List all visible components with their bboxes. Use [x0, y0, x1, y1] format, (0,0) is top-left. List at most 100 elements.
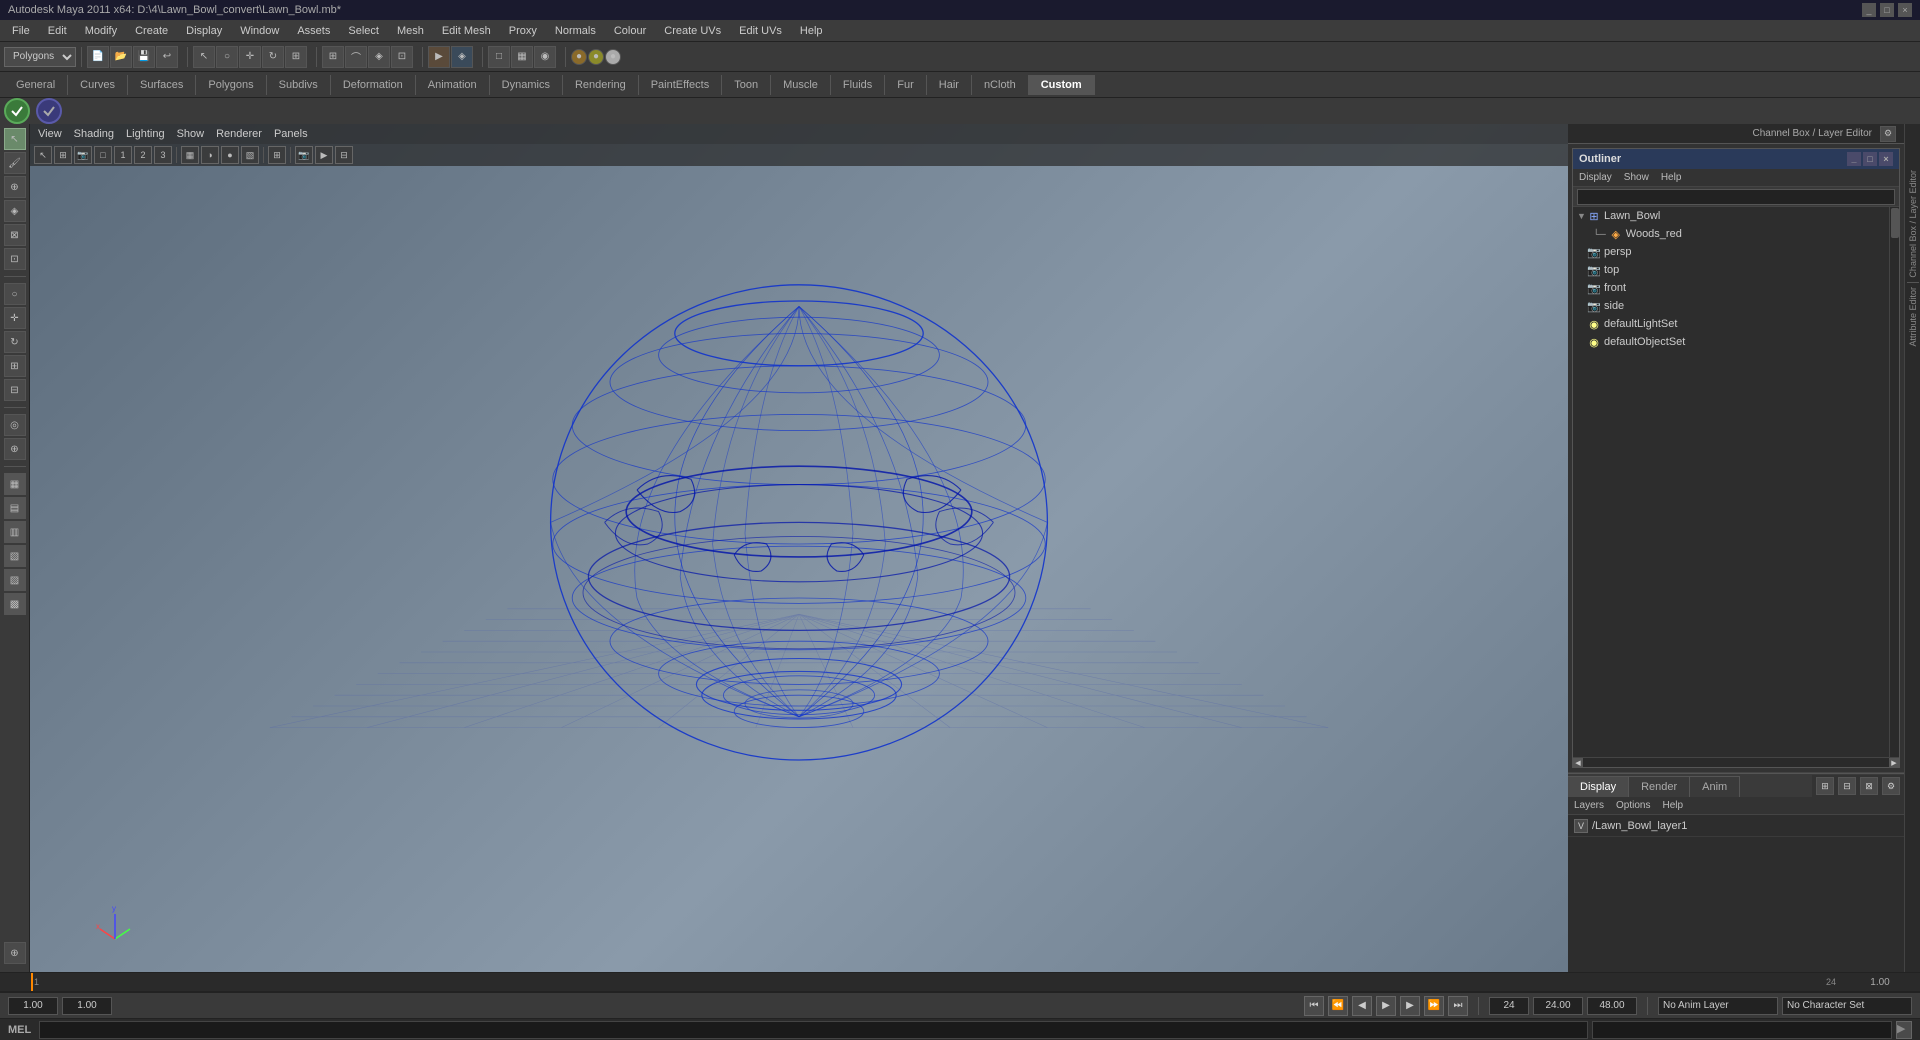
menu-select[interactable]: Select: [340, 23, 387, 39]
layer-vis-toggle[interactable]: V: [1574, 819, 1588, 833]
status-expand-btn[interactable]: ▶: [1896, 1021, 1912, 1039]
transform-tool-btn[interactable]: ⊟: [4, 379, 26, 401]
ipr-btn[interactable]: ◈: [451, 46, 473, 68]
tab-general[interactable]: General: [4, 75, 68, 95]
render-layer-btn[interactable]: ▤: [4, 497, 26, 519]
anim-layer-btn[interactable]: ▥: [4, 521, 26, 543]
tab-painteffects[interactable]: PaintEffects: [639, 75, 723, 95]
tab-muscle[interactable]: Muscle: [771, 75, 831, 95]
outliner-menu-show[interactable]: Show: [1624, 172, 1649, 183]
vp-camera-btn[interactable]: 📷: [74, 146, 92, 164]
open-btn[interactable]: 📂: [110, 46, 132, 68]
menu-create[interactable]: Create: [127, 23, 176, 39]
close-button[interactable]: ×: [1898, 3, 1912, 17]
vp-menu-panels[interactable]: Panels: [274, 128, 308, 140]
tab-ncloth[interactable]: nCloth: [972, 75, 1029, 95]
anim-layer-field[interactable]: [1658, 997, 1778, 1015]
go-to-end-btn[interactable]: ⏭: [1448, 996, 1468, 1016]
menu-colour[interactable]: Colour: [606, 23, 654, 39]
tab-surfaces[interactable]: Surfaces: [128, 75, 196, 95]
outliner-item-lawn-bowl[interactable]: ▼ ⊞ Lawn_Bowl: [1573, 207, 1889, 225]
hscroll-right-btn[interactable]: ▶: [1889, 758, 1899, 768]
current-frame-field[interactable]: [62, 997, 112, 1015]
outliner-vscroll-thumb[interactable]: [1891, 208, 1899, 238]
vp-screenshot-btn[interactable]: 📷: [295, 146, 313, 164]
outliner-item-top[interactable]: ▶ 📷 top: [1573, 261, 1889, 279]
vp-shade2-btn[interactable]: ●: [221, 146, 239, 164]
tab-render[interactable]: Render: [1629, 776, 1690, 797]
paint-btn[interactable]: 🖌: [4, 152, 26, 174]
tab-hair[interactable]: Hair: [927, 75, 972, 95]
vp-shade-btn[interactable]: ◑: [201, 146, 219, 164]
outliner-item-woods-red[interactable]: └─ ◈ Woods_red: [1573, 225, 1889, 243]
select-btn[interactable]: ↖: [193, 46, 215, 68]
menu-modify[interactable]: Modify: [77, 23, 125, 39]
outliner-menu-display[interactable]: Display: [1579, 172, 1612, 183]
texture-btn[interactable]: ▦: [511, 46, 533, 68]
vp-move-btn[interactable]: ⊞: [54, 146, 72, 164]
tool5-btn[interactable]: ⊠: [4, 224, 26, 246]
menu-help[interactable]: Help: [792, 23, 831, 39]
vp-menu-shading[interactable]: Shading: [74, 128, 114, 140]
display-layer-btn[interactable]: ▦: [4, 473, 26, 495]
layer4-btn[interactable]: ▩: [4, 593, 26, 615]
outliner-close-btn[interactable]: ×: [1879, 152, 1893, 166]
timeline-ruler[interactable]: 1 24: [30, 973, 1840, 991]
tool4-btn[interactable]: ◈: [4, 200, 26, 222]
menu-mesh[interactable]: Mesh: [389, 23, 432, 39]
hscroll-bar[interactable]: [1584, 759, 1888, 767]
outliner-min-btn[interactable]: _: [1847, 152, 1861, 166]
menu-edit-uvs[interactable]: Edit UVs: [731, 23, 790, 39]
tab-toon[interactable]: Toon: [722, 75, 771, 95]
lower-menu-layers[interactable]: Layers: [1574, 800, 1604, 811]
lasso-tool-btn[interactable]: ○: [4, 283, 26, 305]
vp-iso-btn[interactable]: □: [94, 146, 112, 164]
icon-check-green[interactable]: [4, 98, 30, 124]
menu-window[interactable]: Window: [232, 23, 287, 39]
step-back-btn[interactable]: ⏪: [1328, 996, 1348, 1016]
menu-proxy[interactable]: Proxy: [501, 23, 545, 39]
move-btn[interactable]: ✛: [239, 46, 261, 68]
tab-subdivs[interactable]: Subdivs: [267, 75, 331, 95]
lower-menu-options[interactable]: Options: [1616, 800, 1650, 811]
layer-options-btn[interactable]: ⊟: [1838, 777, 1856, 795]
menu-display[interactable]: Display: [178, 23, 230, 39]
total-frames-field[interactable]: [1587, 997, 1637, 1015]
outliner-search-input[interactable]: [1577, 189, 1895, 205]
outliner-item-defaultlightset[interactable]: ▶ ◉ defaultLightSet: [1573, 315, 1889, 333]
vp-menu-show[interactable]: Show: [177, 128, 205, 140]
char-set-field[interactable]: [1782, 997, 1912, 1015]
render-btn[interactable]: ▶: [428, 46, 450, 68]
channel-box-strip-label[interactable]: Channel Box / Layer Editor: [1906, 168, 1920, 280]
outliner-item-persp[interactable]: ▶ 📷 persp: [1573, 243, 1889, 261]
show-manip-btn[interactable]: ⊕: [4, 438, 26, 460]
tab-animation[interactable]: Animation: [416, 75, 490, 95]
rotate-tool-btn[interactable]: ↻: [4, 331, 26, 353]
snap-view-btn[interactable]: ⊡: [391, 46, 413, 68]
tab-anim[interactable]: Anim: [1690, 776, 1740, 797]
start-frame-field[interactable]: [8, 997, 58, 1015]
tab-deformation[interactable]: Deformation: [331, 75, 416, 95]
anim2-layer-btn[interactable]: ▧: [4, 545, 26, 567]
hscroll-left-btn[interactable]: ◀: [1573, 758, 1583, 768]
icon-check-blue[interactable]: [36, 98, 62, 124]
light3-btn[interactable]: ●: [605, 49, 621, 65]
snap-point-btn[interactable]: ◈: [368, 46, 390, 68]
vp-smooth2-btn[interactable]: 2: [134, 146, 152, 164]
select-tool-btn[interactable]: ↖: [4, 128, 26, 150]
undo-btn[interactable]: ↩: [156, 46, 178, 68]
vp-smooth3-btn[interactable]: 3: [154, 146, 172, 164]
step-forward-btn[interactable]: ⏩: [1424, 996, 1444, 1016]
layer-delete-btn[interactable]: ⊠: [1860, 777, 1878, 795]
go-to-start-btn[interactable]: ⏮: [1304, 996, 1324, 1016]
mode-select[interactable]: Polygons: [4, 47, 76, 67]
vp-menu-view[interactable]: View: [38, 128, 62, 140]
menu-normals[interactable]: Normals: [547, 23, 604, 39]
save-btn[interactable]: 💾: [133, 46, 155, 68]
command-line-input[interactable]: [39, 1021, 1588, 1039]
layer-item-lawn-bowl[interactable]: V /Lawn_Bowl_layer1: [1568, 815, 1904, 837]
vp-wireframe-btn[interactable]: ▦: [181, 146, 199, 164]
tool3-btn[interactable]: ⊕: [4, 176, 26, 198]
shading-btn[interactable]: □: [488, 46, 510, 68]
rotate-btn[interactable]: ↻: [262, 46, 284, 68]
